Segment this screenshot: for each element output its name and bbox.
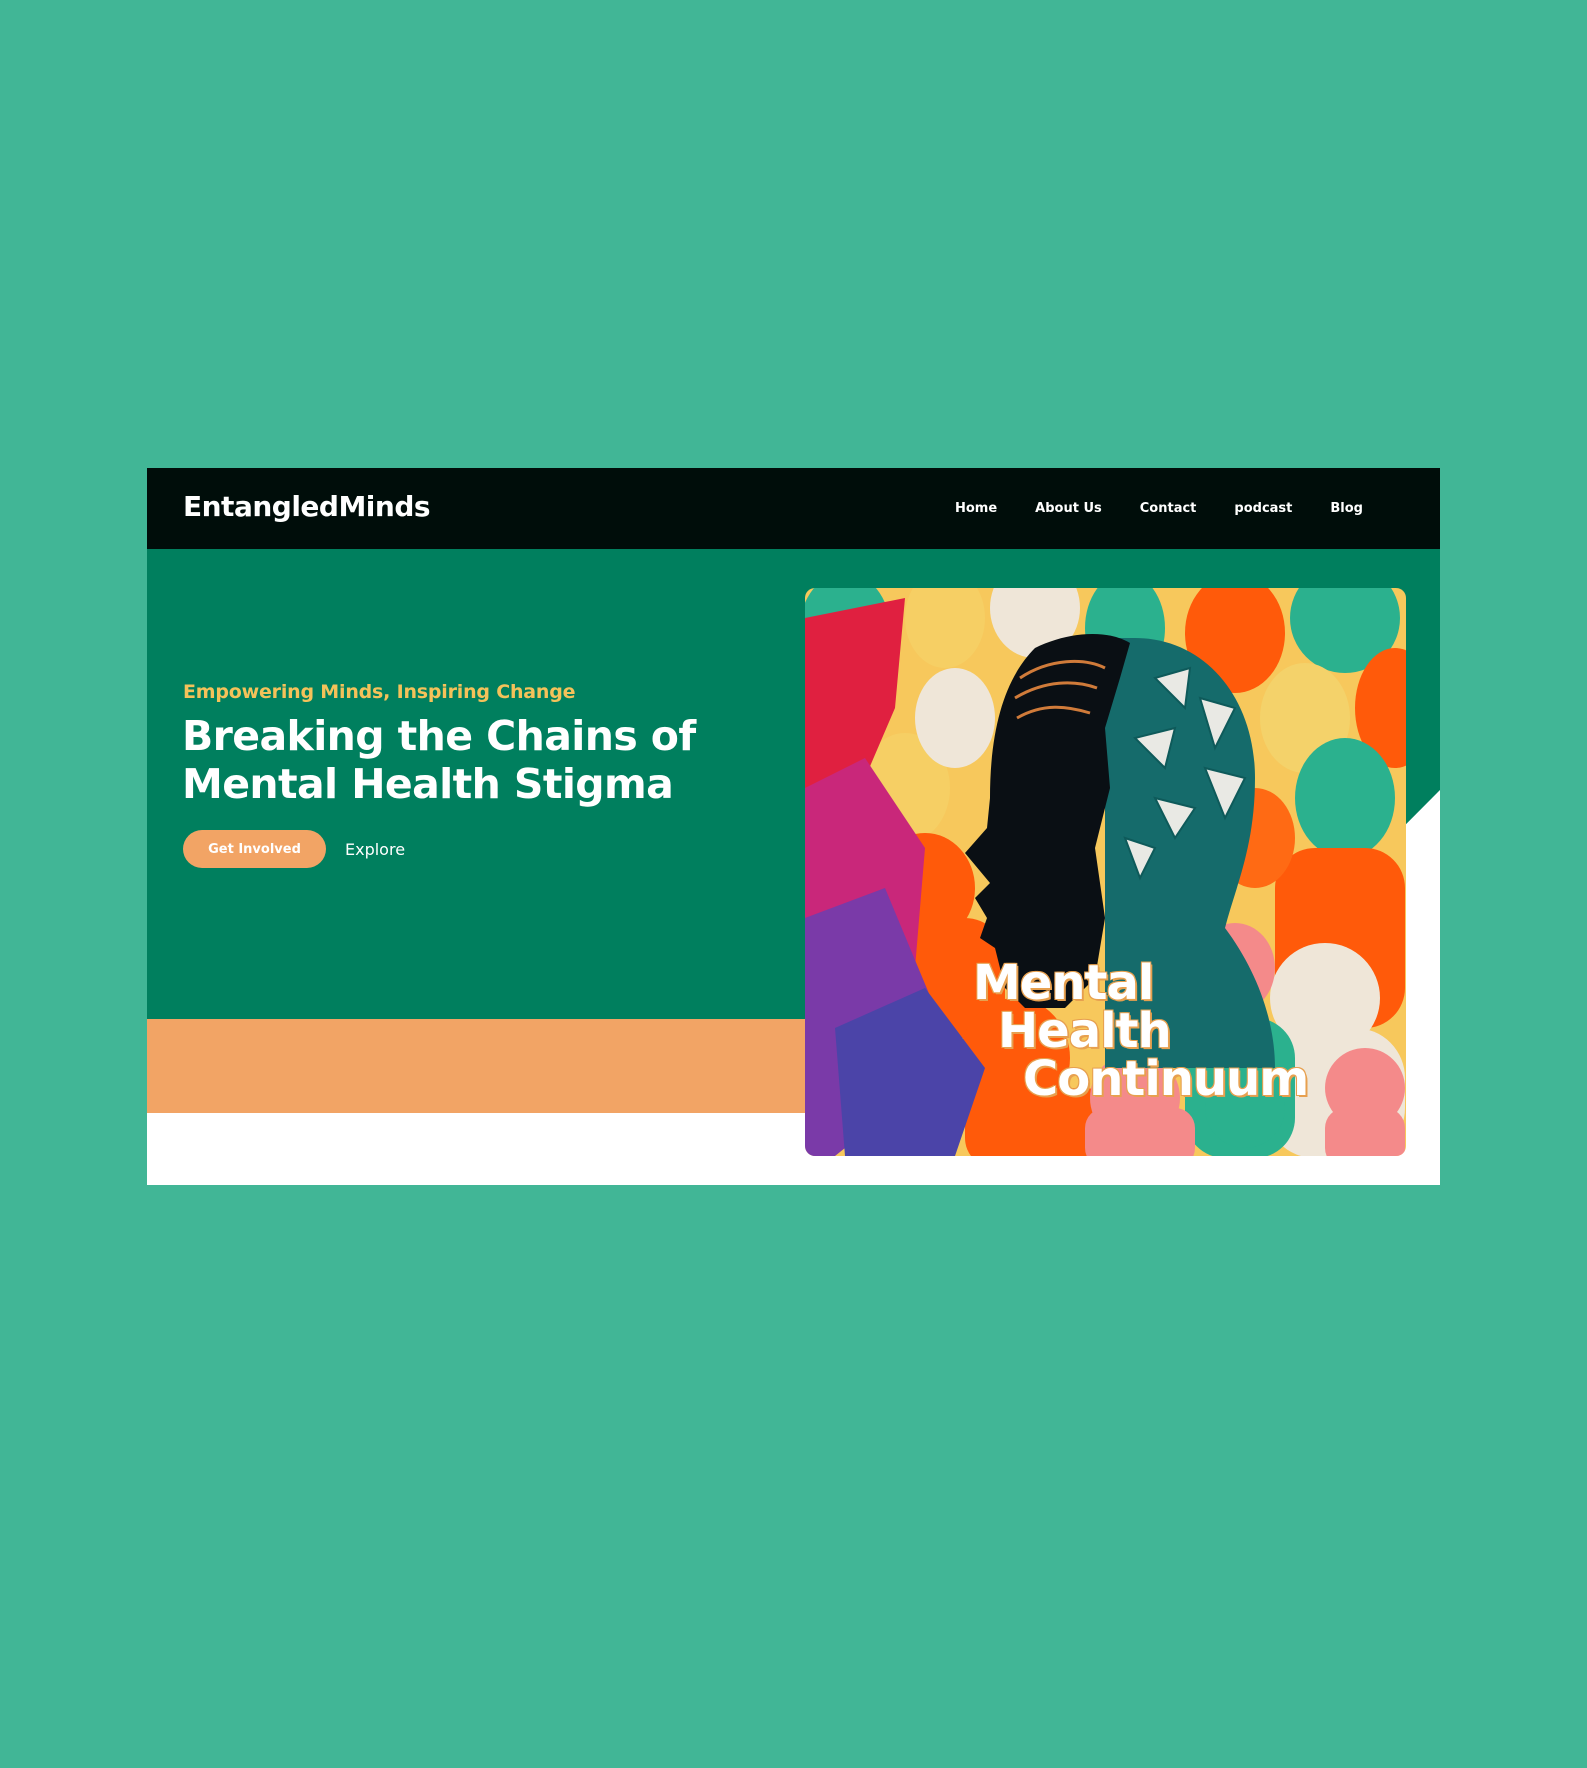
nav-item-home[interactable]: Home	[955, 501, 997, 516]
main-navigation: Home About Us Contact podcast Blog	[955, 468, 1363, 549]
orange-accent-band	[147, 1019, 807, 1113]
brand-logo[interactable]: EntangledMinds	[183, 490, 431, 523]
artwork-title-line-3: Continuum	[1023, 1051, 1309, 1107]
nav-item-about-us[interactable]: About Us	[1035, 501, 1102, 516]
artwork-title-line-1: Mental	[973, 955, 1154, 1011]
nav-item-podcast[interactable]: podcast	[1234, 501, 1292, 516]
get-involved-button[interactable]: Get Involved	[183, 830, 326, 868]
hero-tagline: Empowering Minds, Inspiring Change	[183, 681, 576, 703]
nav-item-blog[interactable]: Blog	[1330, 501, 1363, 516]
nav-item-contact[interactable]: Contact	[1140, 501, 1197, 516]
website-preview: EntangledMinds Home About Us Contact pod…	[147, 468, 1440, 1185]
hero-headline: Breaking the Chains of Mental Health Sti…	[182, 712, 696, 808]
top-navigation-bar: EntangledMinds Home About Us Contact pod…	[147, 468, 1440, 549]
hero-artwork: Mental Health Continuum	[805, 588, 1406, 1156]
artwork-title-line-2: Health	[998, 1003, 1172, 1059]
hero-actions: Get Involved Explore	[183, 830, 405, 868]
explore-link[interactable]: Explore	[345, 840, 405, 859]
